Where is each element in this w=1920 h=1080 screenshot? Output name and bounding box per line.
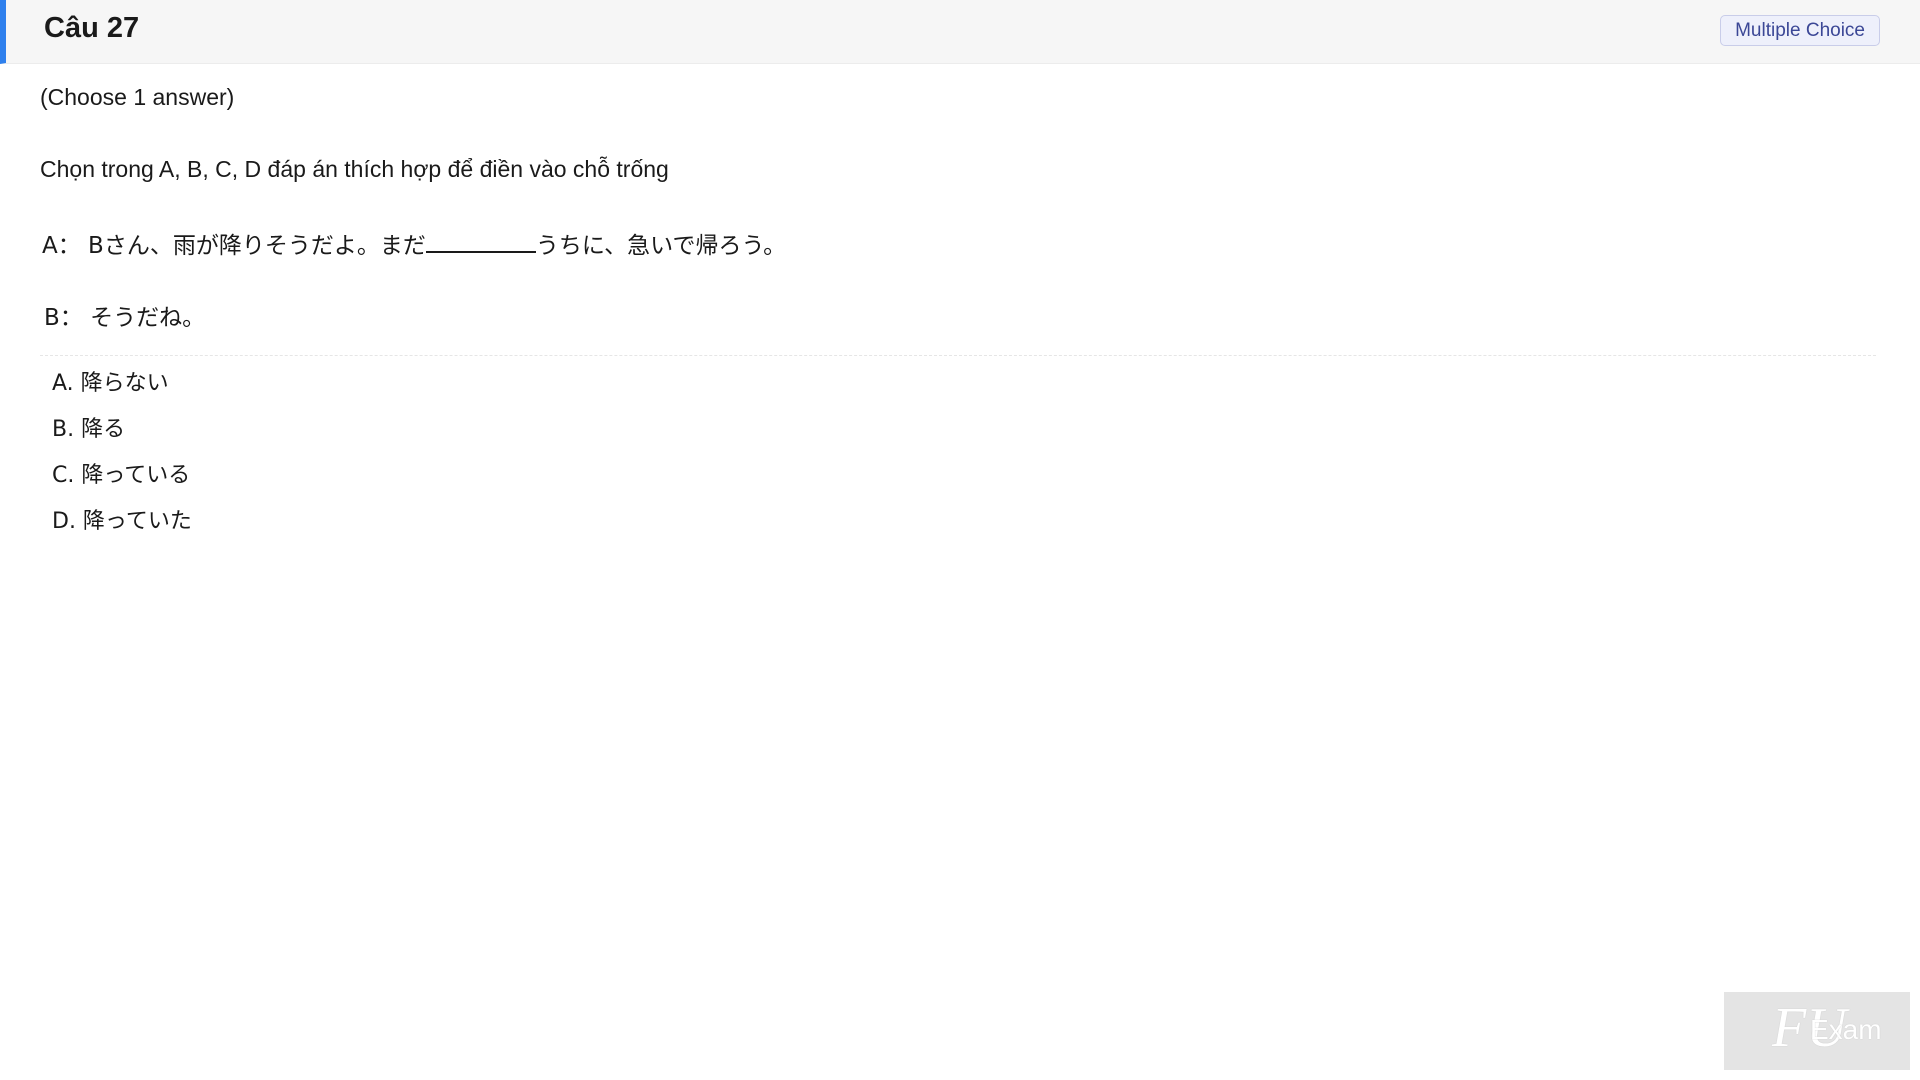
dialogue-line-a: A： Bさん、雨が降りそうだよ。まだ うちに、急いで帰ろう。 xyxy=(42,226,786,260)
option-d[interactable]: D. 降っていた xyxy=(52,506,192,552)
watermark-exam-text: Exam xyxy=(1810,1014,1882,1045)
divider xyxy=(40,355,1876,356)
fu-exam-watermark-logo: FU Exam xyxy=(1724,992,1910,1070)
question-type-badge: Multiple Choice xyxy=(1720,15,1880,46)
question-prompt: Chọn trong A, B, C, D đáp án thích hợp đ… xyxy=(40,156,669,182)
option-c[interactable]: C. 降っている xyxy=(52,460,192,506)
option-a[interactable]: A. 降らない xyxy=(52,368,192,414)
question-header: Câu 27 Multiple Choice xyxy=(0,0,1920,64)
dialogue-line-a-before: A： Bさん、雨が降りそうだよ。まだ xyxy=(42,233,426,259)
option-b[interactable]: B. 降る xyxy=(52,414,192,460)
question-title: Câu 27 xyxy=(44,12,140,44)
dialogue-line-b: B： そうだね。 xyxy=(44,305,206,331)
fill-in-blank xyxy=(425,231,536,253)
dialogue-line-a-after: うちに、急いで帰ろう。 xyxy=(535,233,787,259)
choose-instruction: (Choose 1 answer) xyxy=(40,84,235,110)
answer-options: A. 降らない B. 降る C. 降っている D. 降っていた xyxy=(52,368,192,552)
